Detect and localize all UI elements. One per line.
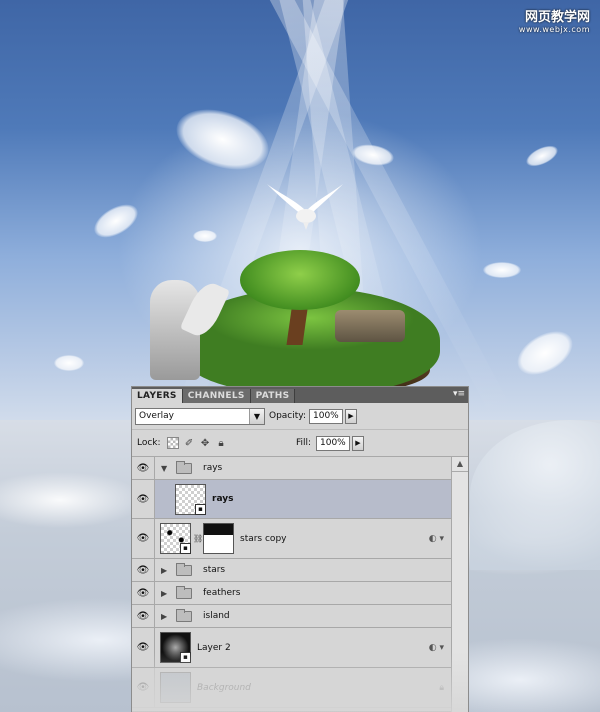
chevron-down-icon[interactable]: ▼	[249, 408, 264, 424]
collapsed-triangle-icon[interactable]: ▶	[161, 589, 170, 598]
layer-thumbnail[interactable]: ▪	[175, 483, 206, 515]
layer-list: 👁︎ ▼ rays 👁︎ ▪ rays 👁︎ ▪ ⛓ stars copy ◐ …	[132, 457, 468, 712]
tab-layers[interactable]: LAYERS	[132, 389, 183, 403]
lock-transparency-icon[interactable]	[166, 437, 179, 449]
collapsed-triangle-icon[interactable]: ▶	[161, 566, 170, 575]
rock-formation	[335, 310, 405, 342]
eye-icon[interactable]: 👁︎	[132, 457, 155, 479]
lock-icon: 🔒︎	[439, 682, 444, 693]
folder-icon	[176, 460, 192, 474]
mask-link-icon[interactable]: ⛓	[193, 534, 203, 543]
blend-options-row: Overlay ▼ Opacity: 100% ▶	[132, 403, 468, 430]
opacity-label: Opacity:	[269, 411, 306, 421]
layer-row-rays-group[interactable]: 👁︎ ▼ rays	[132, 457, 452, 480]
feather	[88, 197, 144, 245]
lock-position-move-icon[interactable]: ✥	[200, 438, 211, 449]
feather	[193, 230, 217, 242]
layer-thumbnail[interactable]	[160, 672, 191, 703]
tree-canopy	[240, 250, 360, 310]
folder-icon	[176, 608, 192, 622]
collapsed-triangle-icon[interactable]: ▶	[161, 612, 170, 621]
tab-channels[interactable]: CHANNELS	[182, 389, 251, 403]
folder-icon	[176, 562, 192, 576]
fill-label: Fill:	[295, 438, 311, 448]
layer-row-background[interactable]: 👁︎ Background 🔒︎	[132, 668, 452, 708]
smart-object-badge-icon: ▪	[195, 503, 206, 515]
layer-row-stars-group[interactable]: 👁︎ ▶ stars	[132, 559, 452, 582]
eye-icon[interactable]: 👁︎	[132, 582, 155, 604]
blend-mode-select[interactable]: Overlay ▼	[135, 407, 265, 425]
feather	[168, 98, 277, 181]
feather	[483, 262, 521, 278]
eye-icon[interactable]: 👁︎	[132, 668, 155, 707]
layer-name: Layer 2	[197, 642, 231, 653]
lock-pixels-brush-icon[interactable]: ✐	[184, 438, 195, 449]
watermark-title: 网页教学网	[524, 10, 590, 25]
opacity-slider-button[interactable]: ▶	[345, 408, 357, 424]
watermark-url: www.webjx.com	[518, 25, 590, 34]
fill-input[interactable]: 100%	[316, 435, 350, 451]
layers-panel: LAYERS CHANNELS PATHS ▾≡ Overlay ▼ Opaci…	[131, 386, 469, 712]
layer-row-feathers-group[interactable]: 👁︎ ▶ feathers	[132, 582, 452, 605]
smart-object-badge-icon: ▪	[180, 543, 191, 554]
layer-row-rays[interactable]: 👁︎ ▪ rays	[132, 480, 452, 519]
layer-name: feathers	[203, 588, 241, 598]
layer-name: rays	[203, 463, 223, 473]
site-watermark: 网页教学网 www.webjx.com	[519, 6, 590, 34]
tab-paths[interactable]: PATHS	[250, 389, 296, 403]
layer-name: island	[203, 611, 230, 621]
panel-menu-icon[interactable]: ▾≡	[453, 389, 465, 400]
opacity-input[interactable]: 100%	[309, 408, 343, 424]
layer-name: stars	[203, 565, 226, 575]
layer-effects-icon[interactable]: ◐ ▾	[429, 643, 444, 653]
dove-icon	[267, 184, 343, 230]
blend-mode-value: Overlay	[139, 410, 174, 421]
layer-thumbnail[interactable]: ▪	[160, 632, 191, 663]
eye-icon[interactable]: 👁︎	[132, 605, 155, 627]
layer-list-scrollbar[interactable]: ▲	[451, 457, 468, 712]
layer-row-island-group[interactable]: 👁︎ ▶ island	[132, 605, 452, 628]
panel-tab-bar: LAYERS CHANNELS PATHS ▾≡	[132, 387, 468, 403]
folder-icon	[176, 585, 192, 599]
eye-icon[interactable]: 👁︎	[132, 519, 155, 558]
lock-row: Lock: ✐ ✥ 🔒︎ Fill: 100% ▶	[132, 430, 468, 457]
layer-name: Background	[197, 682, 251, 693]
eye-icon[interactable]: 👁︎	[132, 559, 155, 581]
fill-slider-button[interactable]: ▶	[352, 435, 364, 451]
scroll-up-arrow-icon[interactable]: ▲	[452, 457, 468, 472]
layer-thumbnail[interactable]: ▪	[160, 523, 191, 554]
feather	[523, 141, 561, 171]
layer-name: rays	[212, 494, 234, 504]
layer-mask-thumbnail[interactable]	[203, 523, 234, 554]
feather	[510, 322, 580, 384]
eye-icon[interactable]: 👁︎	[132, 480, 155, 518]
layer-name: stars copy	[240, 533, 287, 544]
lock-label: Lock:	[137, 438, 161, 448]
eye-icon[interactable]: 👁︎	[132, 628, 155, 667]
smart-object-badge-icon: ▪	[180, 652, 191, 663]
lock-all-icon[interactable]: 🔒︎	[216, 438, 227, 449]
feather	[54, 355, 84, 371]
layer-row-stars-copy[interactable]: 👁︎ ▪ ⛓ stars copy ◐ ▾	[132, 519, 452, 559]
expand-triangle-icon[interactable]: ▼	[161, 464, 170, 473]
layer-row-layer-2[interactable]: 👁︎ ▪ Layer 2 ◐ ▾	[132, 628, 452, 668]
layer-effects-icon[interactable]: ◐ ▾	[429, 534, 444, 544]
